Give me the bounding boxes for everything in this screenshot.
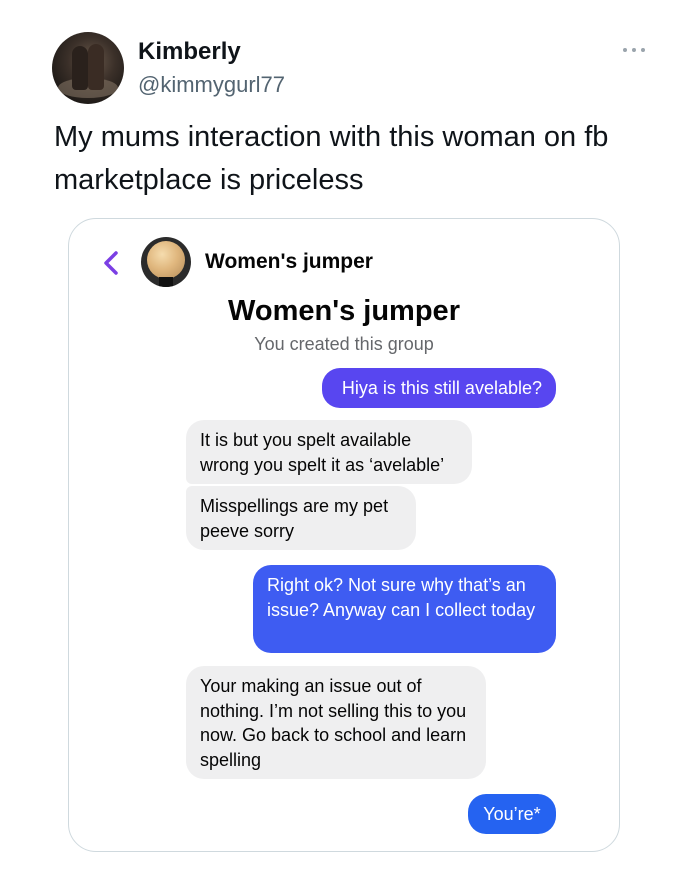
outgoing-message: Right ok? Not sure why that’s an issue? … xyxy=(253,565,556,653)
avatar-photo-figure xyxy=(88,44,104,90)
group-subtitle: You created this group xyxy=(254,334,434,354)
outgoing-message: Hiya is this still avelable? xyxy=(322,368,556,408)
tweet-header: Kimberly @kimmygurl77 xyxy=(52,32,652,104)
ellipsis-icon[interactable] xyxy=(618,40,650,60)
incoming-message: Misspellings are my pet peeve sorry xyxy=(186,486,416,550)
chevron-left-icon[interactable] xyxy=(99,249,123,277)
chat-screenshot-card: Women's jumper Women's jumper You create… xyxy=(68,218,620,852)
incoming-message: It is but you spelt available wrong you … xyxy=(186,420,472,484)
user-handle[interactable]: @kimmygurl77 xyxy=(138,72,285,98)
group-title: Women's jumper xyxy=(228,295,460,327)
avatar[interactable] xyxy=(52,32,124,104)
tweet-text: My mums interaction with this woman on f… xyxy=(54,121,609,196)
group-avatar[interactable] xyxy=(141,237,191,287)
avatar-photo-figure xyxy=(72,46,88,90)
conversation-header-title[interactable]: Women's jumper xyxy=(205,250,373,274)
moon-lamp-image xyxy=(147,241,185,279)
outgoing-message: You’re* xyxy=(468,794,556,834)
incoming-message: Your making an issue out of nothing. I’m… xyxy=(186,666,486,779)
display-name[interactable]: Kimberly xyxy=(138,38,241,66)
lamp-base xyxy=(159,277,173,287)
